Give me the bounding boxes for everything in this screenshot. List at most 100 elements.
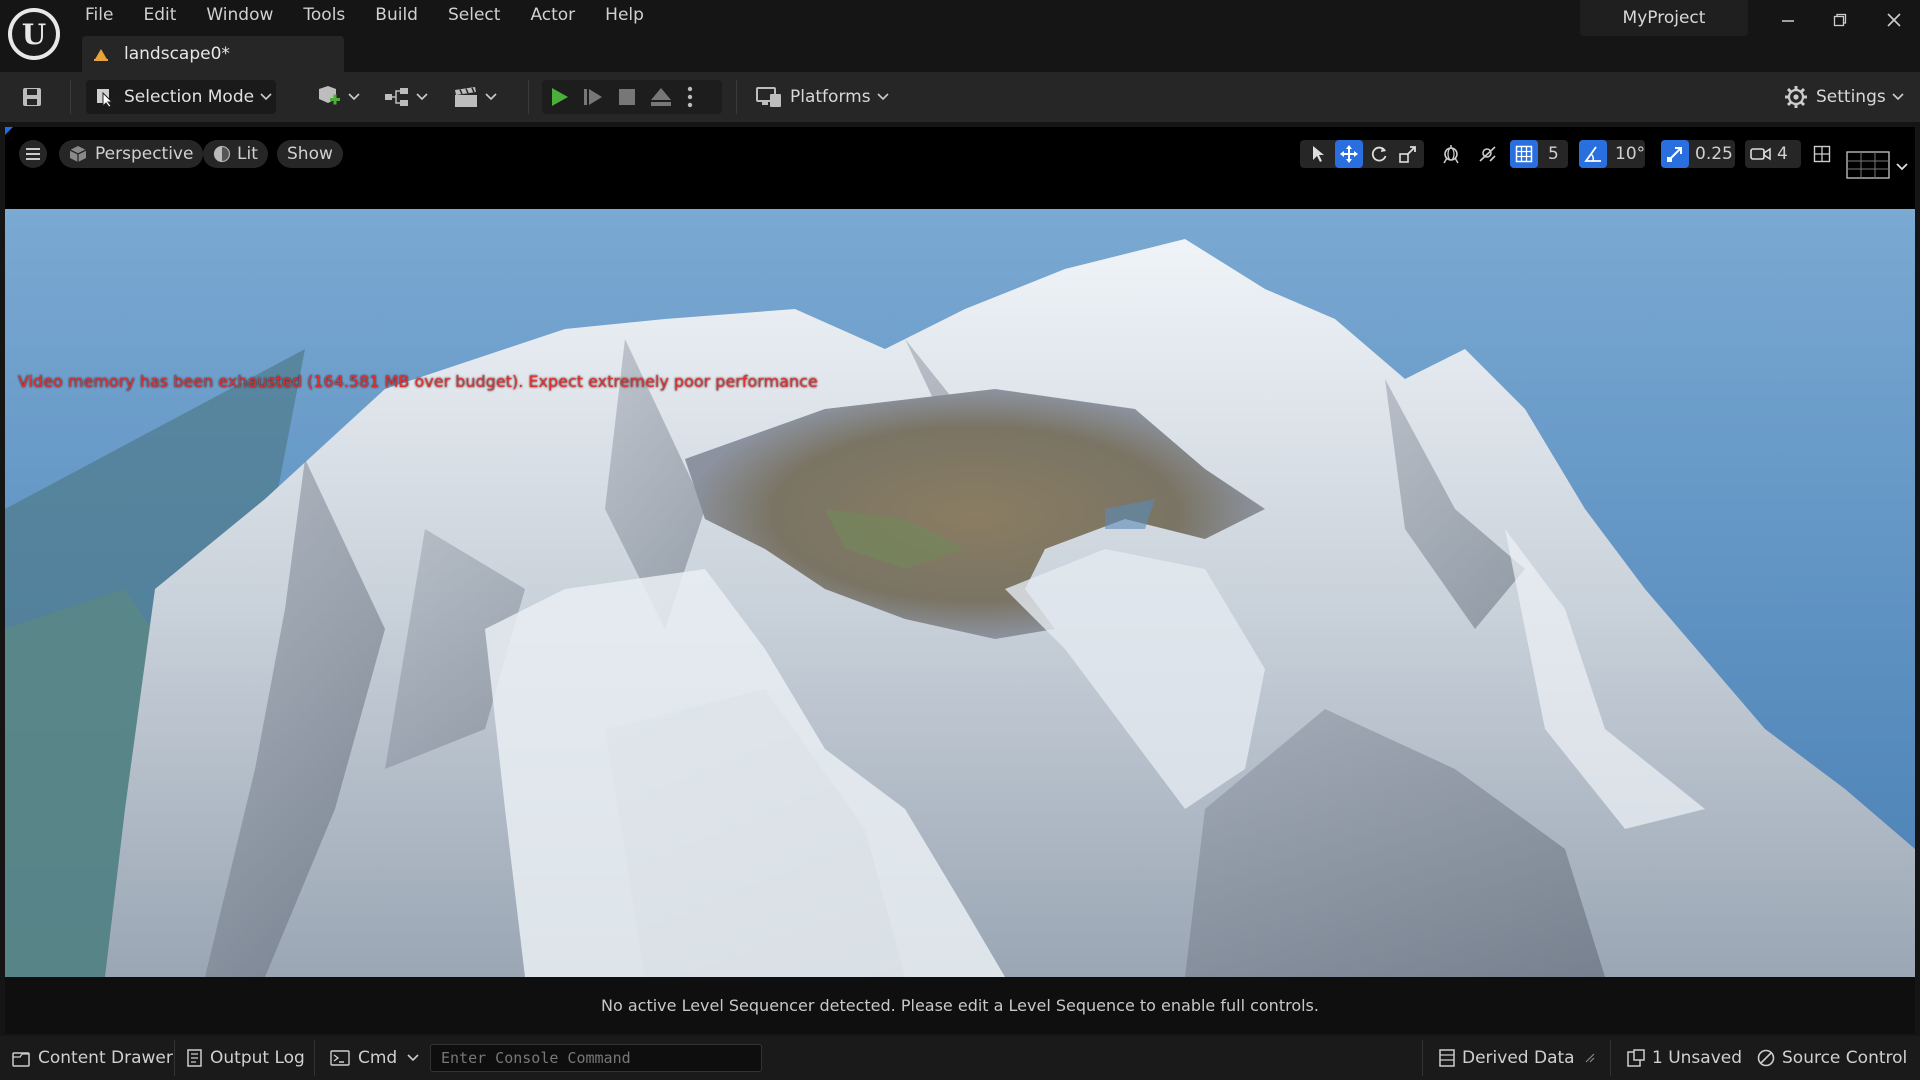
hamburger-icon <box>26 148 40 160</box>
save-button[interactable] <box>14 82 50 112</box>
statusbar-divider <box>174 1040 175 1076</box>
clapperboard-icon <box>455 87 477 107</box>
sequencer-message-bar: No active Level Sequencer detected. Plea… <box>5 977 1915 1034</box>
content-drawer-button[interactable]: Content Drawer <box>12 1044 173 1072</box>
menu-build[interactable]: Build <box>360 0 433 30</box>
platforms-dropdown[interactable]: Platforms <box>756 80 889 114</box>
minimize-icon[interactable] <box>1770 6 1806 34</box>
advance-frame-button[interactable] <box>576 80 610 114</box>
step-icon <box>584 89 602 105</box>
rotation-snap-toggle[interactable] <box>1579 140 1607 168</box>
play-options-button[interactable] <box>678 80 702 114</box>
unreal-logo-icon[interactable]: U <box>8 8 60 60</box>
scale-icon <box>1399 146 1416 163</box>
stop-button[interactable] <box>610 80 644 114</box>
chevron-down-icon <box>407 1054 419 1062</box>
save-icon <box>23 88 41 106</box>
more-vertical-icon <box>687 86 693 108</box>
level-icon <box>94 49 108 61</box>
perspective-button[interactable]: Perspective <box>59 140 204 168</box>
cinematics-button[interactable] <box>453 80 497 114</box>
blueprint-icon <box>385 88 408 106</box>
angle-icon <box>1584 146 1601 162</box>
coordinate-system-button[interactable] <box>1437 140 1465 168</box>
show-button[interactable]: Show <box>277 140 343 168</box>
menu-select[interactable]: Select <box>433 0 515 30</box>
eject-icon <box>651 88 671 106</box>
scale-snap-value[interactable]: 0.25 <box>1695 140 1733 168</box>
restore-icon[interactable] <box>1822 6 1858 34</box>
scale-snap-toggle[interactable] <box>1661 140 1689 168</box>
menu-edit[interactable]: Edit <box>128 0 191 30</box>
rotate-icon <box>1371 146 1387 162</box>
video-memory-warning: Video memory has been exhausted (164.581… <box>18 372 818 391</box>
camera-speed-button[interactable] <box>1747 140 1775 168</box>
viewport-toolbar: Perspective Lit Show 5 10° 0.25 4 <box>5 127 1915 209</box>
rotation-snap-value[interactable]: 10° <box>1615 140 1645 168</box>
platforms-icon <box>756 87 781 107</box>
blueprints-button[interactable] <box>384 80 428 114</box>
chevron-down-icon <box>485 93 497 101</box>
surface-snap-icon <box>1479 146 1496 162</box>
grid-snap-value[interactable]: 5 <box>1548 140 1559 168</box>
source-control-label: Source Control <box>1782 1048 1908 1068</box>
view-mode-button[interactable]: Lit <box>203 140 268 168</box>
rotate-tool-button[interactable] <box>1365 140 1393 168</box>
menu-tools[interactable]: Tools <box>288 0 360 30</box>
menu-window[interactable]: Window <box>191 0 288 30</box>
source-control-button[interactable]: Source Control <box>1756 1044 1907 1072</box>
maximize-viewport-button[interactable] <box>1808 140 1836 168</box>
grid-icon <box>1515 145 1533 163</box>
add-actor-button[interactable] <box>316 80 360 114</box>
main-toolbar: Selection Mode Platforms Settings <box>0 72 1920 122</box>
translate-tool-button[interactable] <box>1335 140 1363 168</box>
camera-icon <box>1750 147 1771 161</box>
statusbar-divider <box>1422 1040 1423 1076</box>
content-drawer-label: Content Drawer <box>38 1048 173 1068</box>
viewport-menu-button[interactable] <box>19 140 47 168</box>
lit-label: Lit <box>237 144 258 164</box>
selection-mode-dropdown[interactable]: Selection Mode <box>86 80 276 114</box>
settings-label: Settings <box>1816 87 1886 107</box>
scale-tool-button[interactable] <box>1394 140 1422 168</box>
menu-actor[interactable]: Actor <box>515 0 590 30</box>
project-name: MyProject <box>1580 0 1748 36</box>
toolbar-divider <box>736 80 737 114</box>
platforms-label: Platforms <box>790 87 871 107</box>
tab-label: landscape0* <box>124 44 230 64</box>
viewport-layout-button[interactable] <box>1843 149 1893 181</box>
level-tab[interactable]: landscape0* <box>82 36 344 72</box>
unsaved-button[interactable]: 1 Unsaved <box>1626 1044 1742 1072</box>
globe-icon <box>1443 145 1459 164</box>
menu-bar: File Edit Window Tools Build Select Acto… <box>70 0 659 30</box>
console-command-input[interactable] <box>430 1044 762 1072</box>
menu-help[interactable]: Help <box>590 0 659 30</box>
unsaved-files-icon <box>1627 1049 1645 1067</box>
chevron-down-icon <box>348 93 360 101</box>
derived-data-icon <box>1439 1049 1455 1067</box>
source-control-disabled-icon <box>1757 1049 1775 1067</box>
camera-speed-value[interactable]: 4 <box>1777 140 1788 168</box>
toolbar-divider <box>528 80 529 114</box>
title-bar: U File Edit Window Tools Build Select Ac… <box>0 0 1920 72</box>
cursor-icon <box>97 89 114 107</box>
settings-dropdown[interactable]: Settings <box>1784 80 1904 114</box>
output-log-button[interactable]: Output Log <box>186 1044 305 1072</box>
landscape-scene-image[interactable] <box>5 209 1915 977</box>
toolbar-divider <box>70 80 71 114</box>
chevron-down-icon <box>260 93 272 101</box>
derived-data-button[interactable]: Derived Data <box>1438 1044 1601 1072</box>
chevron-down-icon[interactable] <box>1893 153 1911 181</box>
cmd-dropdown[interactable]: Cmd <box>330 1044 425 1072</box>
menu-file[interactable]: File <box>70 0 128 30</box>
play-button[interactable] <box>542 80 576 114</box>
close-icon[interactable] <box>1876 6 1912 34</box>
logo-letter: U <box>12 12 56 56</box>
surface-snapping-button[interactable] <box>1474 140 1502 168</box>
chevron-down-icon <box>1892 93 1904 101</box>
eject-button[interactable] <box>644 80 678 114</box>
lit-sphere-icon <box>213 145 231 163</box>
select-tool-button[interactable] <box>1304 140 1332 168</box>
statusbar-divider <box>1610 1040 1611 1076</box>
grid-snap-toggle[interactable] <box>1510 140 1538 168</box>
